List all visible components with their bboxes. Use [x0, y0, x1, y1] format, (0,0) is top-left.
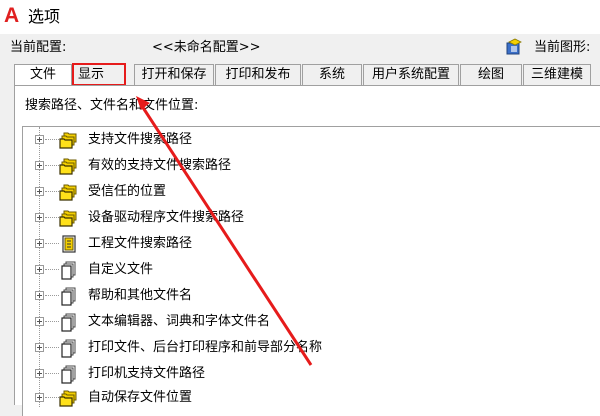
tree-item[interactable]: 自动保存文件位置	[23, 385, 583, 411]
tree-item-label: 打印机支持文件路径	[88, 366, 206, 381]
tab-plot-publish[interactable]: 打印和发布	[215, 64, 301, 85]
tab-strip: 文件 显示 打开和保存 打印和发布 系统 用户系统配置 绘图 三维建模	[14, 63, 600, 86]
tree-item-label: 自定义文件	[88, 262, 154, 277]
window-title: 选项	[28, 7, 61, 26]
expand-icon[interactable]	[35, 187, 44, 196]
expand-icon[interactable]	[35, 213, 44, 222]
current-drawing-label: 当前图形:	[534, 40, 591, 55]
current-config-value: <<未命名配置>>	[152, 40, 261, 55]
expand-icon[interactable]	[35, 393, 44, 402]
document-stack-icon	[61, 287, 76, 306]
tree-item-label: 帮助和其他文件名	[88, 288, 193, 303]
expand-icon[interactable]	[35, 291, 44, 300]
tree-item[interactable]: 文本编辑器、词典和字体文件名	[23, 309, 583, 335]
tree-item-label: 支持文件搜索路径	[88, 132, 193, 147]
tab-user-preferences[interactable]: 用户系统配置	[363, 64, 459, 85]
expand-icon[interactable]	[35, 265, 44, 274]
tree-item-label: 打印文件、后台打印程序和前导部分名称	[88, 340, 323, 355]
tree-item[interactable]: 有效的支持文件搜索路径	[23, 153, 583, 179]
tab-drafting[interactable]: 绘图	[460, 64, 522, 85]
tree-item-label: 文本编辑器、词典和字体文件名	[88, 314, 271, 329]
tree-item[interactable]: 支持文件搜索路径	[23, 127, 583, 153]
document-stack-icon	[61, 313, 76, 332]
tree-item-label: 工程文件搜索路径	[88, 236, 193, 251]
folder-stack-icon	[59, 390, 77, 407]
current-config-label: 当前配置:	[10, 40, 67, 55]
drawing-icon	[506, 38, 522, 55]
expand-icon[interactable]	[35, 317, 44, 326]
tab-open-save[interactable]: 打开和保存	[134, 64, 214, 85]
tree-item[interactable]: 受信任的位置	[23, 179, 583, 205]
folder-stack-icon	[59, 210, 77, 227]
tree-item[interactable]: 工程文件搜索路径	[23, 231, 583, 257]
tree-item[interactable]: 打印机支持文件路径	[23, 361, 583, 387]
tree-item-label: 受信任的位置	[88, 184, 167, 199]
tree-item[interactable]: 自定义文件	[23, 257, 583, 283]
tree-item-label: 自动保存文件位置	[88, 390, 193, 405]
app-logo-icon: A	[4, 4, 20, 27]
tree-item-label: 有效的支持文件搜索路径	[88, 158, 232, 173]
tab-display[interactable]: 显示	[72, 63, 126, 86]
expand-icon[interactable]	[35, 239, 44, 248]
expand-icon[interactable]	[35, 135, 44, 144]
expand-icon[interactable]	[35, 369, 44, 378]
tab-system[interactable]: 系统	[302, 64, 362, 85]
folder-stack-icon	[59, 132, 77, 149]
document-stack-icon	[61, 365, 76, 384]
document-stack-icon	[61, 339, 76, 358]
folder-stack-icon	[59, 158, 77, 175]
document-stack-icon	[61, 261, 76, 280]
search-paths-heading: 搜索路径、文件名和文件位置:	[25, 98, 199, 113]
tree-item-label: 设备驱动程序文件搜索路径	[88, 210, 245, 225]
tree-item[interactable]: 设备驱动程序文件搜索路径	[23, 205, 583, 231]
tree-item[interactable]: 打印文件、后台打印程序和前导部分名称	[23, 335, 583, 361]
tab-3d-modeling[interactable]: 三维建模	[523, 64, 591, 85]
expand-icon[interactable]	[35, 343, 44, 352]
tree-item[interactable]: 帮助和其他文件名	[23, 283, 583, 309]
project-file-icon	[62, 235, 76, 253]
expand-icon[interactable]	[35, 161, 44, 170]
folder-stack-icon	[59, 184, 77, 201]
tab-files[interactable]: 文件	[14, 64, 72, 85]
title-bar: A 选项	[0, 0, 600, 34]
search-path-tree[interactable]: 支持文件搜索路径 有效的支持文件搜索路径 受信任的位置 设备驱动程序文件搜索路径	[22, 126, 600, 416]
